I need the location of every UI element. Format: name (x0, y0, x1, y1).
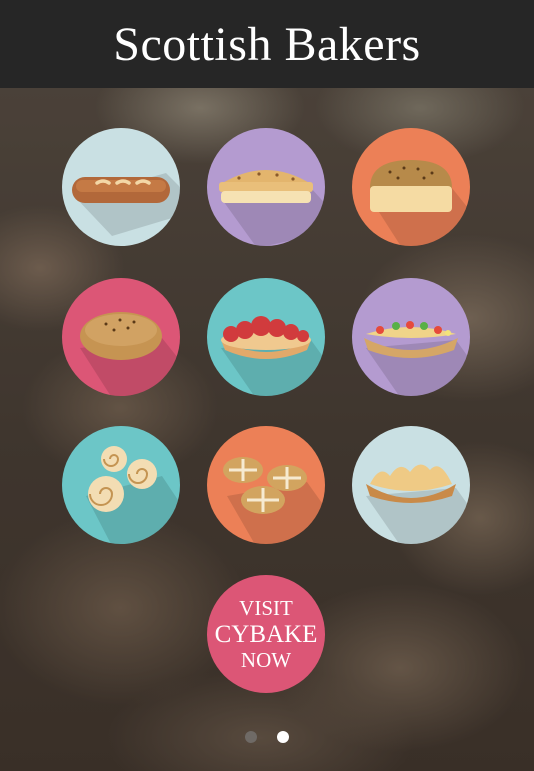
pie-icon (219, 170, 325, 246)
baguette-icon (72, 173, 180, 236)
tile-sausage-roll[interactable] (352, 426, 470, 544)
sausage-roll-icon (366, 464, 470, 544)
tile-pie[interactable] (207, 128, 325, 246)
tile-cinnamon-swirls[interactable] (62, 426, 180, 544)
app-header: Scottish Bakers (0, 0, 534, 88)
bread-roll-icon (80, 312, 180, 396)
tile-strawberry-tart[interactable] (207, 278, 325, 396)
page-dot-2[interactable] (277, 731, 289, 743)
loaf-icon (370, 160, 470, 246)
cta-line-3: NOW (240, 647, 292, 672)
tile-bread-roll[interactable] (62, 278, 180, 396)
tile-loaf[interactable] (352, 128, 470, 246)
tile-hot-cross-buns[interactable] (207, 426, 325, 544)
tile-filled-roll[interactable] (352, 278, 470, 396)
product-grid: VISIT CYBAKE NOW (0, 0, 534, 771)
cta-line-2: CYBAKE (214, 620, 318, 648)
strawberry-tart-icon (221, 316, 325, 396)
app-title: Scottish Bakers (113, 17, 421, 71)
page-dot-1[interactable] (245, 731, 257, 743)
pagination-dots (0, 731, 534, 747)
cinnamon-swirls-icon (86, 446, 180, 544)
visit-cybake-button[interactable]: VISIT CYBAKE NOW (207, 575, 325, 693)
cta-line-1: VISIT (239, 595, 293, 620)
filled-roll-icon (364, 321, 470, 396)
hot-cross-buns-icon (223, 457, 325, 544)
tile-baguette[interactable] (62, 128, 180, 246)
